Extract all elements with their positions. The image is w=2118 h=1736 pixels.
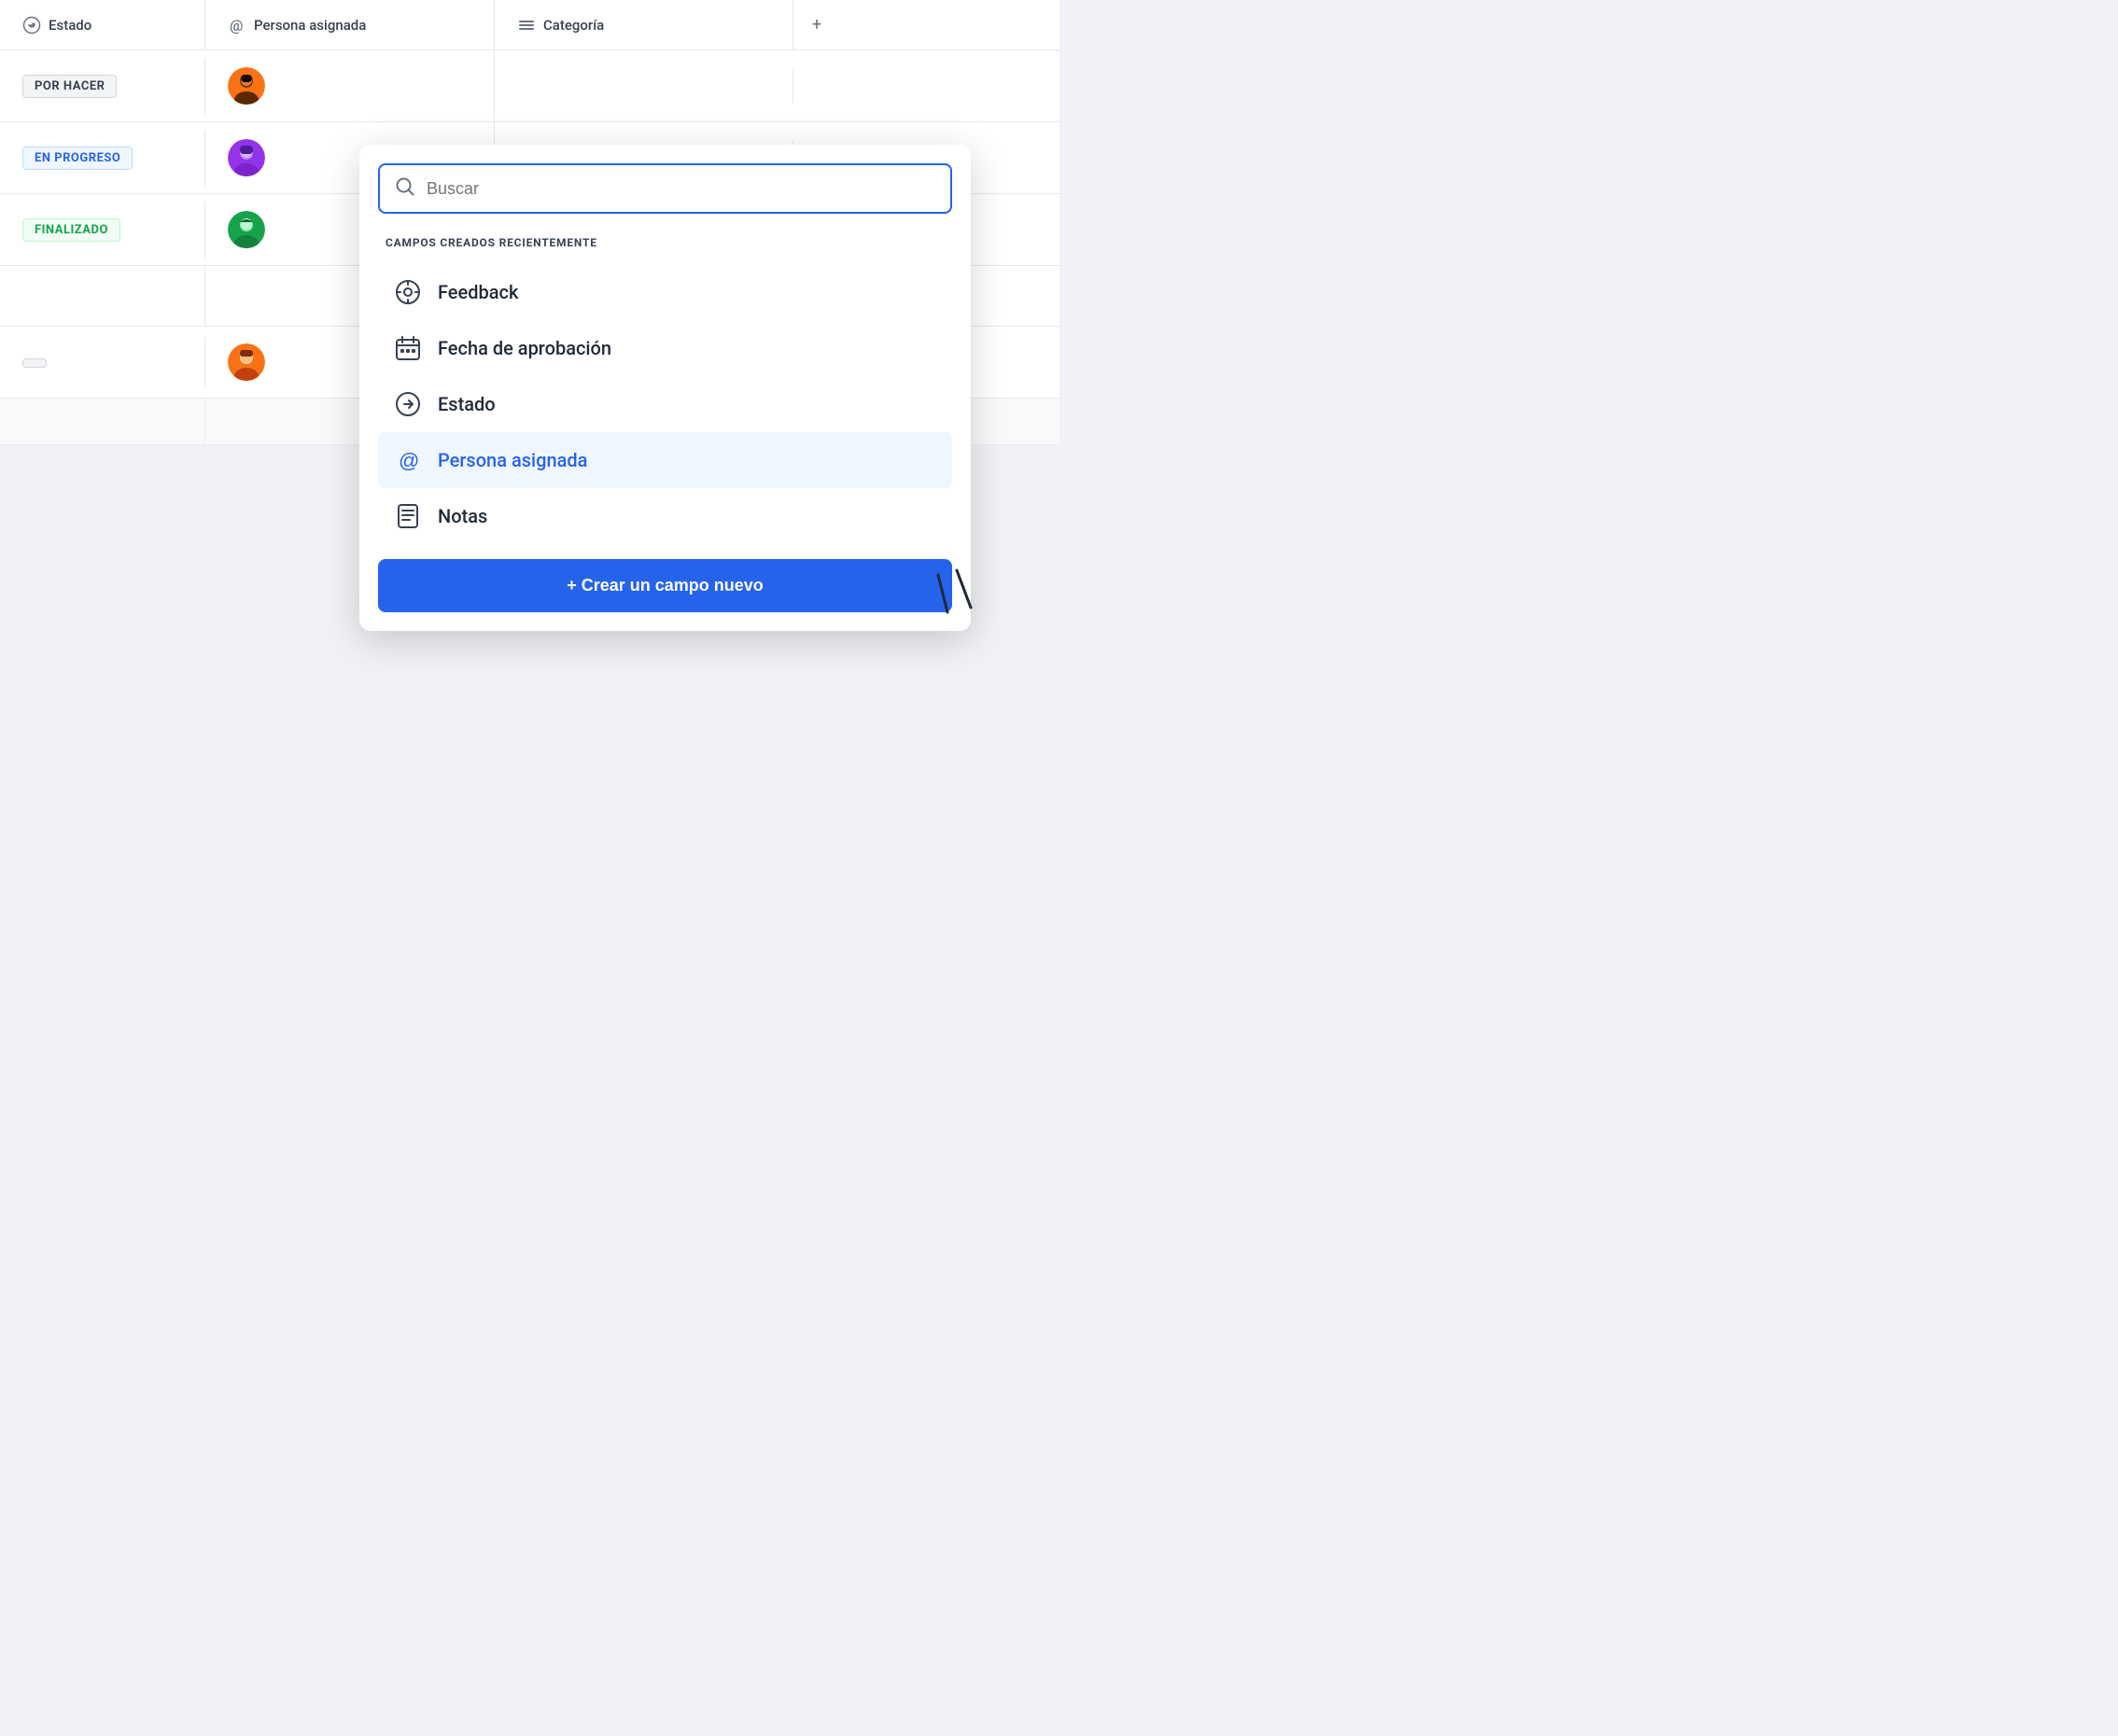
search-icon xyxy=(395,176,415,201)
avatar-1 xyxy=(228,67,265,105)
chat-icon xyxy=(393,277,423,307)
create-field-button[interactable]: + Crear un campo nuevo xyxy=(378,559,952,612)
avatar-2 xyxy=(228,139,265,176)
field-item-persona[interactable]: @ Persona asignada xyxy=(378,432,952,488)
arrow-circle-icon xyxy=(393,389,423,419)
cell-persona-1 xyxy=(205,50,495,121)
annotation-marks xyxy=(910,566,985,625)
cell-estado-3: FINALIZADO xyxy=(0,202,205,259)
badge-en-progreso: EN PROGRESO xyxy=(22,147,133,170)
table-header: Estado @ Persona asignada Categoría + xyxy=(0,0,1059,50)
badge-finalizado: FINALIZADO xyxy=(22,218,120,242)
cell-estado-2: EN PROGRESO xyxy=(0,130,205,187)
search-box[interactable] xyxy=(378,163,952,214)
field-item-estado[interactable]: Estado xyxy=(378,376,952,432)
field-item-notas[interactable]: Notas xyxy=(378,488,952,544)
create-field-label: + Crear un campo nuevo xyxy=(567,576,764,595)
field-label-feedback: Feedback xyxy=(438,281,518,303)
cell-estado-4 xyxy=(0,337,205,388)
column-persona[interactable]: @ Persona asignada xyxy=(205,0,495,49)
svg-text:@: @ xyxy=(399,449,419,472)
add-column-button[interactable]: + xyxy=(793,0,840,49)
column-persona-label: Persona asignada xyxy=(254,17,366,34)
column-categoria-label: Categoría xyxy=(543,17,604,34)
badge-por-hacer: POR HACER xyxy=(22,75,117,98)
field-label-fecha: Fecha de aprobación xyxy=(438,337,611,359)
table-row: POR HACER xyxy=(0,50,1059,122)
field-label-persona: Persona asignada xyxy=(438,449,587,471)
badge-por-hacer-2 xyxy=(22,358,47,368)
at-icon: @ xyxy=(393,445,423,475)
column-estado-label: Estado xyxy=(49,17,91,34)
calendar-icon xyxy=(393,333,423,363)
column-estado[interactable]: Estado xyxy=(0,0,205,49)
column-categoria[interactable]: Categoría xyxy=(495,0,793,49)
cell-estado-empty xyxy=(0,266,205,326)
notes-icon xyxy=(393,501,423,531)
add-column-icon: + xyxy=(812,15,821,35)
section-title: CAMPOS CREADOS RECIENTEMENTE xyxy=(378,236,952,249)
persona-icon: @ xyxy=(228,16,246,35)
cell-estado-1: POR HACER xyxy=(0,58,205,115)
categoria-icon xyxy=(517,16,536,35)
svg-text:@: @ xyxy=(230,17,243,35)
dropdown-panel: CAMPOS CREADOS RECIENTEMENTE Feedback Fe… xyxy=(359,145,971,631)
cell-categoria-1 xyxy=(495,69,793,103)
estado-icon xyxy=(22,16,41,35)
cell-empty-bottom1 xyxy=(0,399,205,444)
field-label-estado: Estado xyxy=(438,393,496,415)
field-item-fecha[interactable]: Fecha de aprobación xyxy=(378,320,952,376)
search-input[interactable] xyxy=(427,179,935,199)
field-item-feedback[interactable]: Feedback xyxy=(378,264,952,320)
avatar-3 xyxy=(228,211,265,248)
avatar-4 xyxy=(228,343,265,381)
field-label-notas: Notas xyxy=(438,505,487,527)
